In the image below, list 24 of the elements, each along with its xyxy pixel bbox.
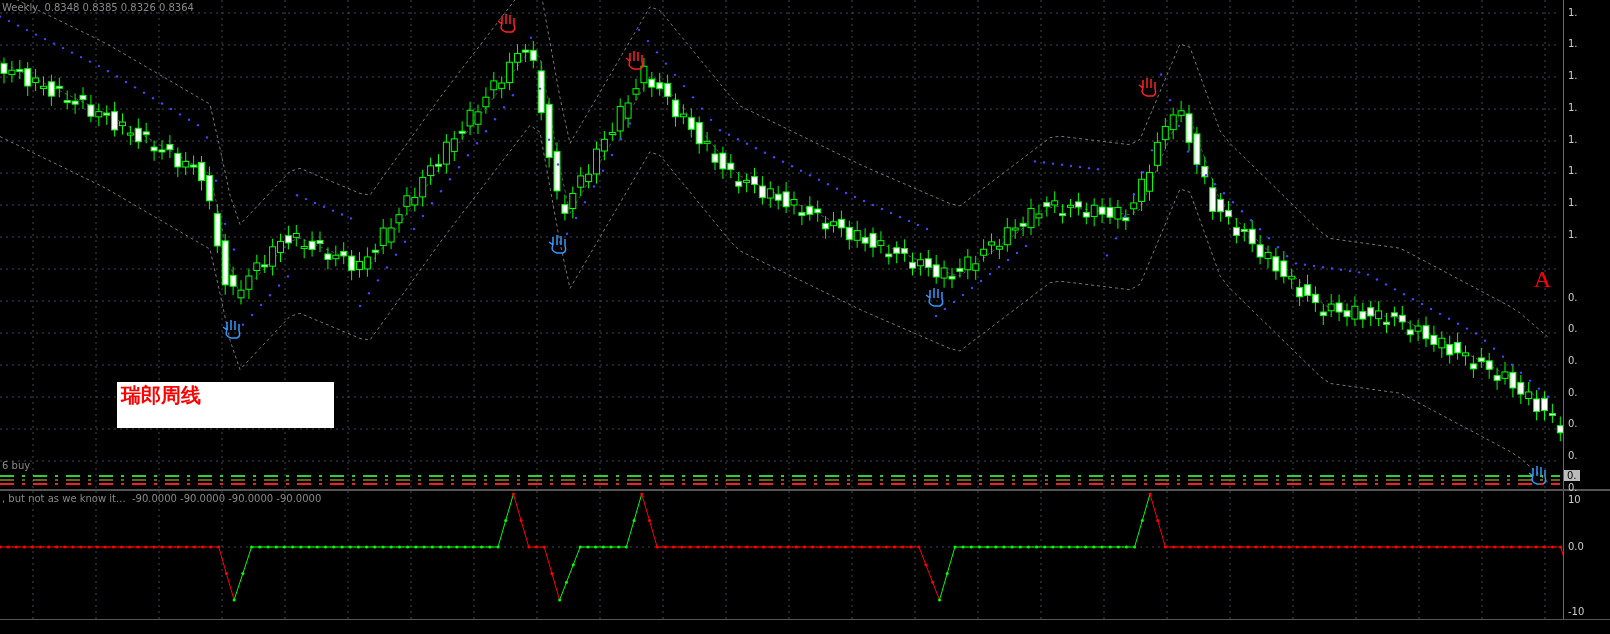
indicator-axis-label: 0.0 <box>1568 542 1584 553</box>
price-axis-label: 0. <box>1568 451 1578 461</box>
price-axis-label: 0. <box>1568 419 1578 429</box>
price-axis-label: 1. <box>1568 135 1578 145</box>
annotation-label: 瑞郎周线 <box>117 382 334 428</box>
indicator-legend: , but not as we know it... -90.0000 -90.0000 -90.0000 -90.0000 <box>2 493 322 505</box>
price-axis-label: 1. <box>1568 71 1578 81</box>
price-axis-label: 1. <box>1568 8 1578 18</box>
price-axis-label: 0. <box>1568 388 1578 398</box>
indicator-axis-label: 10 <box>1568 495 1581 506</box>
price-axis-label: 1. <box>1568 103 1578 113</box>
marker-letter: A <box>1533 266 1551 293</box>
current-price-tag: 0. <box>1564 470 1580 481</box>
price-axis-label: 0. <box>1568 293 1578 303</box>
price-axis-label: 0. <box>1568 356 1578 366</box>
price-axis-label: 1. <box>1568 198 1578 208</box>
price-axis-label: 0. <box>1568 483 1578 493</box>
signal-legend: 6 buy <box>2 460 31 471</box>
price-axis-label: 1. <box>1568 39 1578 49</box>
price-axis-label: 0. <box>1568 324 1578 334</box>
indicator-axis-label: -10 <box>1568 607 1585 618</box>
price-axis-label: 1. <box>1568 230 1578 240</box>
price-axis-label: 1. <box>1568 166 1578 176</box>
chart-legend: Weekly 0.8348 0.8385 0.8326 0.8364 <box>2 2 194 13</box>
